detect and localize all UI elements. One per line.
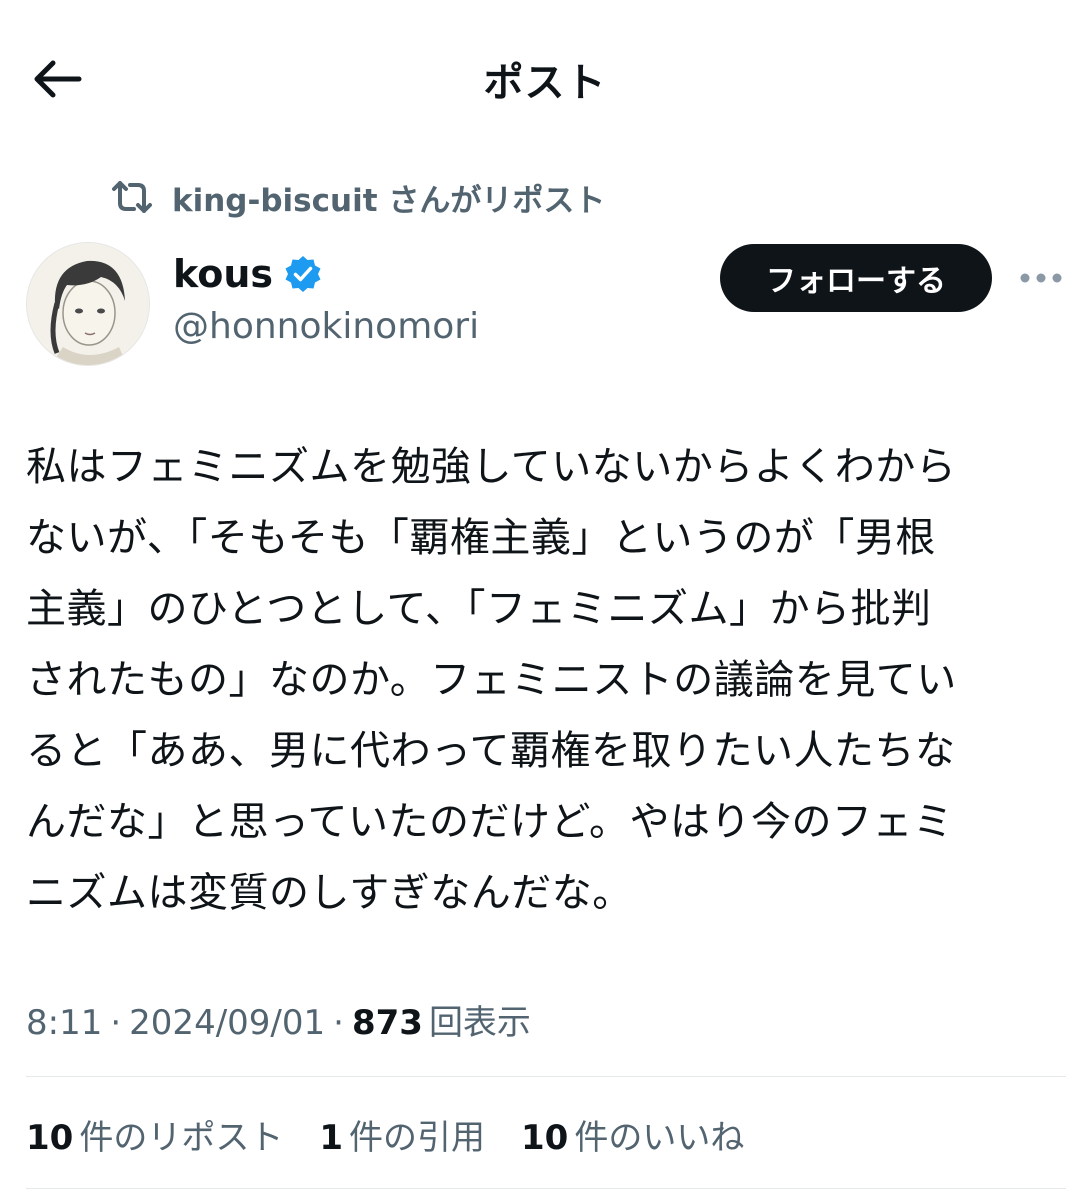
repost-icon xyxy=(110,177,154,217)
divider xyxy=(26,1188,1066,1189)
meta-separator: · xyxy=(333,1003,344,1043)
divider xyxy=(26,1076,1066,1077)
views-count: 873 xyxy=(351,1003,423,1043)
more-button[interactable] xyxy=(1014,262,1068,294)
reposts-stat[interactable]: 10 件のリポスト xyxy=(26,1110,283,1159)
post-date[interactable]: 2024/09/01 xyxy=(129,1003,325,1043)
post-text: 私はフェミニズムを勉強していないからよくわから ないが、「そもそも「覇権主義」と… xyxy=(26,444,957,916)
post-time[interactable]: 8:11 xyxy=(26,1003,102,1043)
repost-context[interactable]: king-biscuit さんがリポスト xyxy=(110,172,605,222)
avatar[interactable] xyxy=(26,242,150,366)
author-name-row[interactable]: kous xyxy=(173,252,323,296)
display-name[interactable]: kous xyxy=(173,252,273,296)
likes-label: 件のいいね xyxy=(574,1118,745,1158)
reposts-count: 10 xyxy=(26,1118,74,1158)
likes-stat[interactable]: 10 件のいいね xyxy=(521,1110,744,1159)
repost-text: king-biscuit さんがリポスト xyxy=(172,182,606,219)
quotes-stat[interactable]: 1 件の引用 xyxy=(319,1110,485,1159)
reposts-label: 件のリポスト xyxy=(79,1118,284,1158)
quotes-count: 1 xyxy=(319,1118,343,1158)
meta-separator: · xyxy=(110,1003,122,1043)
author-handle[interactable]: @honnokinomori xyxy=(173,306,479,347)
more-horizontal-icon xyxy=(1020,273,1062,283)
likes-count: 10 xyxy=(521,1118,569,1158)
verified-badge-icon xyxy=(283,254,323,294)
views-label: 回表示 xyxy=(428,1003,531,1043)
follow-button[interactable]: フォローする xyxy=(720,244,992,312)
page-title: ポスト xyxy=(483,60,607,106)
quotes-label: 件の引用 xyxy=(349,1118,485,1158)
engagement-stats: 10 件のリポスト 1 件の引用 10 件のいいね xyxy=(26,1110,780,1159)
post-meta: 8:11 · 2024/09/01 · 873 回表示 xyxy=(26,995,531,1044)
header-bar: ポスト xyxy=(0,0,1090,160)
